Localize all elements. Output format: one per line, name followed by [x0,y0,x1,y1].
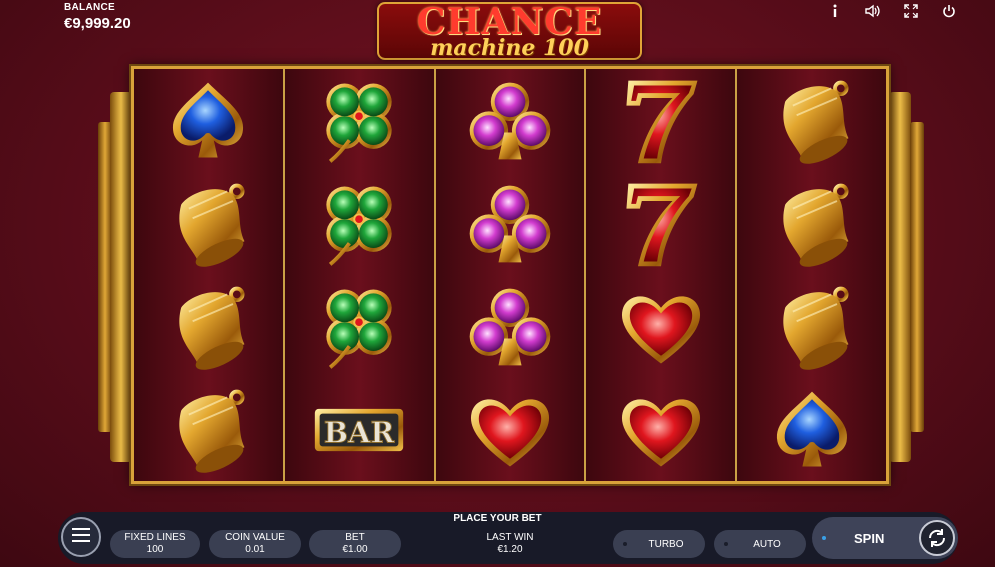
last-win-label: LAST WIN [486,532,534,543]
last-win-value: €1.20 [497,544,523,555]
logo-subtitle: machine 100 [430,35,589,61]
spin-indicator [822,536,826,540]
auto-label: AUTO [753,538,781,550]
bet-value: €1.00 [342,544,368,555]
turbo-toggle[interactable]: TURBO [613,530,705,558]
last-win-display: LAST WIN €1.20 [460,532,560,556]
frame-ornament-left [110,92,132,462]
sound-icon[interactable] [863,2,883,20]
info-icon[interactable] [825,2,845,20]
bar-symbol-text: BAR [324,415,396,449]
bell-symbol [134,378,283,481]
coin-value-selector[interactable]: COIN VALUE 0.01 [209,530,301,558]
spin-arrows-icon [919,520,955,556]
game-logo: CHANCE machine 100 [377,2,642,61]
balance-display: BALANCE €9,999.20 [64,2,131,32]
club-symbol [436,275,585,378]
bell-symbol [737,69,886,172]
clover-symbol [285,275,434,378]
reel-3 [435,69,587,481]
fullscreen-icon[interactable] [901,2,921,20]
hamburger-icon [72,527,90,547]
reel-1 [134,69,285,481]
auto-toggle[interactable]: AUTO [714,530,806,558]
coin-value-value: 0.01 [245,544,265,555]
seven-symbol [586,172,735,275]
club-symbol [436,172,585,275]
reel-4 [586,69,738,481]
balance-label: BALANCE [64,2,115,13]
top-right-controls [825,2,959,20]
clover-symbol [285,172,434,275]
menu-button[interactable] [61,517,101,557]
heart-symbol [586,378,735,481]
power-icon[interactable] [939,2,959,20]
reel-2: BAR [284,69,436,481]
reels-area: BAR [134,69,886,481]
fixed-lines-label: FIXED LINES [124,532,186,543]
clover-symbol [285,69,434,172]
frame-ornament-right [889,92,911,462]
bell-symbol [737,172,886,275]
spin-label: SPIN [854,530,885,546]
club-symbol [436,69,585,172]
bar-symbol: BAR [285,378,434,481]
spin-button[interactable]: SPIN [812,517,958,559]
bell-symbol [134,275,283,378]
bell-symbol [134,172,283,275]
spade-symbol [737,378,886,481]
spade-symbol [134,69,283,172]
heart-symbol [436,378,585,481]
coin-value-label: COIN VALUE [225,532,285,543]
turbo-label: TURBO [648,538,684,550]
heart-symbol [586,275,735,378]
frame-ornament-right-outer [910,122,924,432]
bet-selector[interactable]: BET €1.00 [309,530,401,558]
seven-symbol [586,69,735,172]
bell-symbol [737,275,886,378]
fixed-lines-value: 100 [146,544,164,555]
reel-5 [737,69,886,481]
balance-value: €9,999.20 [64,15,131,32]
fixed-lines-display[interactable]: FIXED LINES 100 [110,530,200,558]
bet-label: BET [345,532,365,543]
